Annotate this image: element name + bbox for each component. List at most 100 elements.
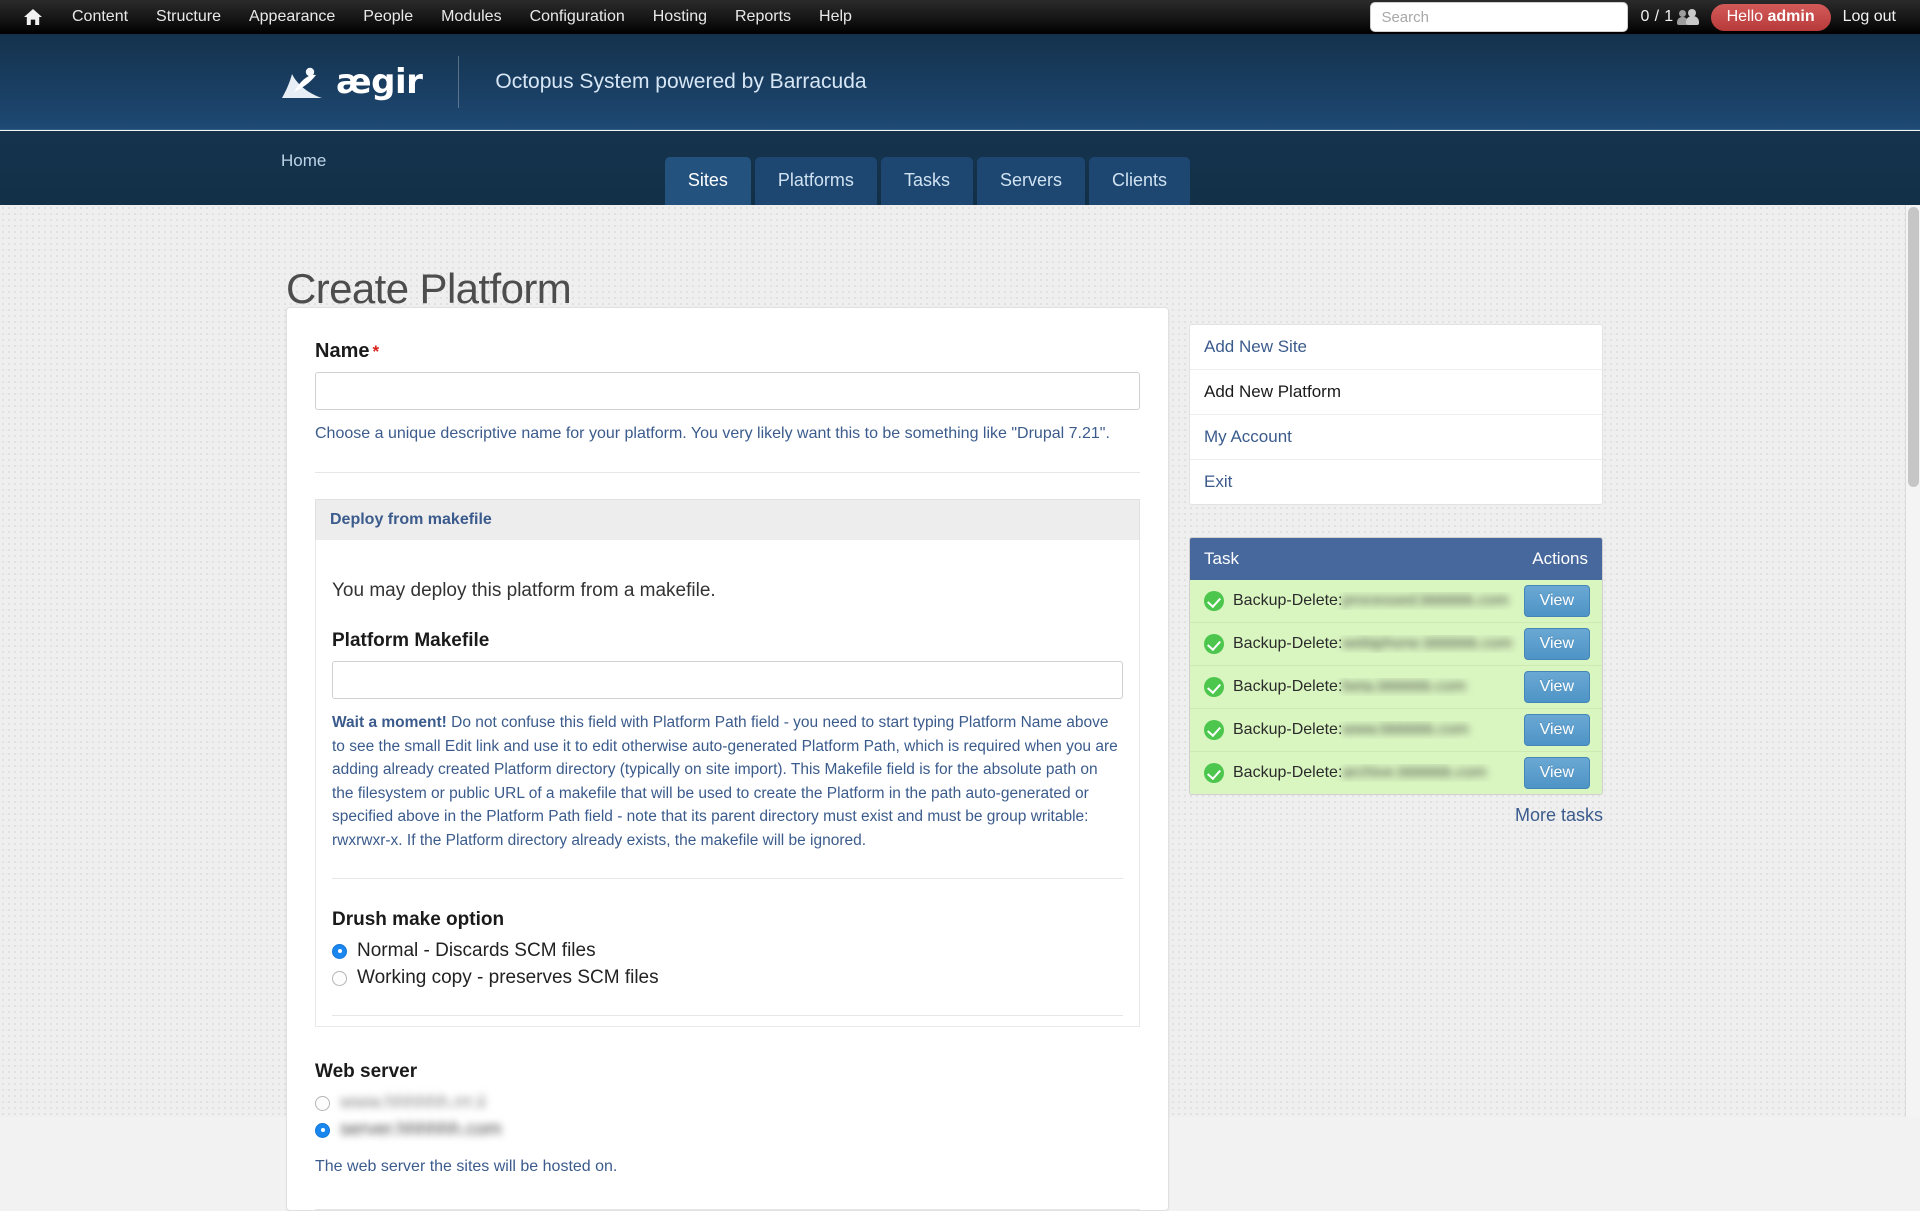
makefile-fieldset: Deploy from makefile You may deploy this… [315, 499, 1140, 1028]
task-target: beta.bbbbbb.com [1342, 678, 1467, 695]
web-server-option-1-row[interactable]: www.hhhhhh.rrr.ii [315, 1092, 1140, 1114]
site-tagline: Octopus System powered by Barracuda [495, 69, 867, 93]
divider-after-drush [332, 1015, 1123, 1017]
check-circle-icon [1204, 591, 1224, 611]
more-tasks-link[interactable]: More tasks [1189, 805, 1603, 826]
tab-platforms[interactable]: Platforms [754, 157, 877, 205]
user-greeting-badge[interactable]: Hello admin [1710, 3, 1831, 31]
view-task-button[interactable]: View [1523, 628, 1590, 660]
toolbar-item-modules[interactable]: Modules [427, 0, 515, 34]
toolbar-item-structure[interactable]: Structure [142, 0, 235, 34]
task-label: Backup-Delete: [1233, 721, 1343, 738]
makefile-intro-text: You may deploy this platform from a make… [332, 580, 716, 601]
toolbar-item-help[interactable]: Help [805, 0, 866, 34]
sidebar-item-exit[interactable]: Exit [1190, 460, 1602, 504]
users-icon [1676, 9, 1699, 25]
admin-toolbar: Content Structure Appearance People Modu… [0, 0, 1920, 34]
task-label: Backup-Delete: [1233, 764, 1343, 781]
tab-sites[interactable]: Sites [664, 157, 751, 205]
web-server-label: Web server [315, 1061, 418, 1083]
tasks-column-actions: Actions [1532, 549, 1588, 568]
page-scrollbar[interactable] [1905, 205, 1920, 1117]
divider-after-web-server [315, 1209, 1140, 1211]
divider-after-name [315, 472, 1140, 473]
makefile-help-lead: Wait a moment! [332, 714, 447, 731]
toolbar-item-content[interactable]: Content [58, 0, 142, 34]
check-circle-icon [1204, 763, 1224, 783]
greeting-prefix: Hello [1726, 7, 1768, 25]
table-row: Backup-Delete:processed.bbbbbb.com View [1190, 580, 1602, 623]
tab-clients[interactable]: Clients [1088, 157, 1190, 205]
name-field-label: Name * [315, 340, 1140, 363]
web-server-option-1-label[interactable]: www.hhhhhh.rrr.ii [340, 1092, 486, 1114]
task-target: webiphone.bbbbbb.com [1342, 635, 1513, 652]
view-task-button[interactable]: View [1523, 757, 1590, 789]
toolbar-item-configuration[interactable]: Configuration [516, 0, 639, 34]
task-label: Backup-Delete: [1233, 635, 1343, 652]
toolbar-right-cluster: 0 / 1 Hello admin Log out [1370, 2, 1920, 32]
create-platform-form-panel: Name * Choose a unique descriptive name f… [286, 307, 1169, 1211]
name-input[interactable] [315, 372, 1140, 410]
name-field-group: Name * Choose a unique descriptive name f… [315, 340, 1140, 446]
platform-makefile-input[interactable] [332, 661, 1123, 699]
toolbar-item-hosting[interactable]: Hosting [639, 0, 721, 34]
sidebar-item-my-account[interactable]: My Account [1190, 415, 1602, 460]
task-target: archive.bbbbbb.com [1342, 764, 1487, 781]
drush-make-option-group: Drush make option Normal - Discards SCM … [332, 909, 1123, 989]
drush-option-normal-label[interactable]: Normal - Discards SCM files [357, 940, 596, 962]
brand-divider [458, 55, 460, 108]
site-nav: Home Sites Platforms Tasks Servers Clien… [0, 131, 1920, 205]
drush-option-working-copy-row[interactable]: Working copy - preserves SCM files [332, 967, 1123, 989]
web-server-option-2-radio[interactable] [315, 1122, 330, 1138]
platform-makefile-label: Platform Makefile [332, 630, 490, 651]
task-target: processed.bbbbbb.com [1342, 592, 1509, 609]
home-icon[interactable] [22, 6, 44, 28]
breadcrumb-home[interactable]: Home [281, 151, 326, 171]
view-task-button[interactable]: View [1523, 714, 1590, 746]
task-label: Backup-Delete: [1233, 592, 1343, 609]
table-row: Backup-Delete:www.bbbbbb.com View [1190, 709, 1602, 752]
task-target: www.bbbbbb.com [1342, 721, 1469, 738]
tasks-table: Task Actions Backup-Delete:processed.bbb… [1189, 537, 1603, 795]
web-server-option-1-radio[interactable] [315, 1095, 330, 1111]
tasks-column-task: Task [1204, 549, 1239, 568]
drush-option-working-copy-radio[interactable] [332, 970, 347, 986]
toolbar-item-people[interactable]: People [349, 0, 427, 34]
tab-servers[interactable]: Servers [976, 157, 1085, 205]
view-task-button[interactable]: View [1523, 585, 1590, 617]
platform-makefile-help: Wait a moment! Do not confuse this field… [332, 711, 1123, 852]
drush-make-option-label: Drush make option [332, 909, 505, 931]
view-task-button[interactable]: View [1523, 671, 1590, 703]
toolbar-item-appearance[interactable]: Appearance [235, 0, 349, 34]
task-name: Backup-Delete:archive.bbbbbb.com [1233, 764, 1524, 782]
drush-option-normal-radio[interactable] [332, 943, 347, 959]
logout-link[interactable]: Log out [1843, 8, 1896, 26]
scrollbar-thumb[interactable] [1908, 207, 1919, 487]
task-name: Backup-Delete:processed.bbbbbb.com [1233, 592, 1524, 610]
web-server-option-2-label[interactable]: server.hhhhhh.com [340, 1119, 502, 1141]
name-label-text: Name [315, 340, 370, 362]
sidebar: Add New Site Add New Platform My Account… [1189, 324, 1603, 826]
table-row: Backup-Delete:beta.bbbbbb.com View [1190, 666, 1602, 709]
site-header: ægir Octopus System powered by Barracuda [0, 34, 1920, 130]
makefile-fieldset-body: You may deploy this platform from a make… [315, 540, 1140, 1028]
check-circle-icon [1204, 677, 1224, 697]
toolbar-menu: Content Structure Appearance People Modu… [58, 0, 866, 34]
makefile-fieldset-legend[interactable]: Deploy from makefile [315, 499, 1140, 540]
task-label: Backup-Delete: [1233, 678, 1343, 695]
web-server-group: Web server www.hhhhhh.rrr.ii server.hhhh… [315, 1061, 1140, 1179]
primary-tabs: Sites Platforms Tasks Servers Clients [664, 157, 1190, 205]
search-input[interactable] [1370, 2, 1629, 32]
sidebar-item-add-new-site[interactable]: Add New Site [1190, 325, 1602, 370]
drush-option-normal-row[interactable]: Normal - Discards SCM files [332, 940, 1123, 962]
sidebar-item-add-new-platform[interactable]: Add New Platform [1190, 370, 1602, 415]
table-row: Backup-Delete:webiphone.bbbbbb.com View [1190, 623, 1602, 666]
platform-makefile-group: Platform Makefile Wait a moment! Do not … [332, 630, 1123, 852]
online-users-counter: 0 / 1 [1640, 8, 1699, 26]
web-server-option-2-row[interactable]: server.hhhhhh.com [315, 1119, 1140, 1141]
brand[interactable]: ægir [280, 62, 423, 102]
check-circle-icon [1204, 634, 1224, 654]
toolbar-item-reports[interactable]: Reports [721, 0, 805, 34]
drush-option-working-copy-label[interactable]: Working copy - preserves SCM files [357, 967, 659, 989]
tab-tasks[interactable]: Tasks [880, 157, 973, 205]
